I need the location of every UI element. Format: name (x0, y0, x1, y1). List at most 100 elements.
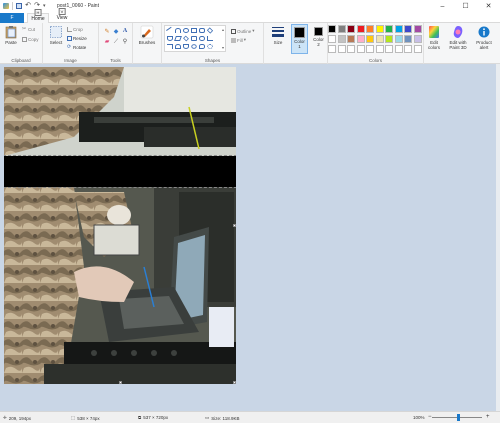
rounded-rectangle-shape-icon[interactable] (199, 28, 205, 33)
size-button[interactable]: Size (267, 25, 289, 45)
custom-color-swatch[interactable] (385, 45, 393, 53)
parallelogram-shape-icon[interactable] (174, 36, 182, 41)
curve-shape-icon[interactable] (175, 28, 181, 33)
color-swatch[interactable] (337, 35, 346, 43)
color2-button[interactable]: Color 2 (310, 24, 327, 47)
oval-shape-icon[interactable] (183, 28, 189, 33)
color-swatch[interactable] (366, 35, 374, 43)
diamond-shape-icon[interactable] (183, 35, 189, 42)
color-picker-icon[interactable]: ⟋ (113, 39, 119, 45)
rotate-button[interactable]: ⟳ Rotate (67, 45, 86, 51)
color-swatch[interactable] (385, 35, 393, 43)
custom-color-swatch[interactable] (375, 45, 384, 53)
custom-color-swatch[interactable] (347, 45, 355, 53)
color-swatch[interactable] (413, 25, 422, 33)
resize-button[interactable]: Resize (67, 36, 87, 41)
hexagon-shape-icon[interactable] (199, 36, 205, 41)
color-swatch[interactable] (347, 35, 355, 43)
color-swatch[interactable] (356, 25, 365, 33)
magnifier-icon[interactable]: ⚲ (122, 39, 128, 45)
brushes-button[interactable]: Brushes (135, 25, 159, 45)
color-swatch[interactable] (404, 35, 412, 43)
undo-icon[interactable]: ↶ (25, 2, 31, 9)
rectangle-shape-icon[interactable] (191, 28, 197, 33)
cursor-position: ✛ 209, 194px (3, 415, 31, 421)
fill-button[interactable]: Fill ▾ (231, 37, 246, 43)
canvas-resize-handle-right[interactable] (233, 224, 236, 227)
paste-button[interactable]: Paste (3, 25, 19, 45)
selection-rectangle[interactable] (4, 155, 236, 188)
shapes-gallery[interactable]: ▴ ▾ (164, 25, 226, 52)
eraser-icon[interactable]: ▰ (104, 39, 110, 45)
vertical-scrollbar[interactable] (496, 64, 500, 411)
zoom-in-button[interactable]: + (486, 414, 490, 420)
heart-shape-icon[interactable] (207, 44, 213, 49)
triangle-shape-icon[interactable] (167, 36, 173, 41)
color-swatch[interactable] (413, 35, 422, 43)
arrow-right-shape-icon[interactable] (207, 36, 213, 41)
customize-qat-chevron-down-icon[interactable]: ▾ (43, 3, 46, 9)
color-swatch[interactable] (404, 25, 412, 33)
shapes-scroll-up-icon[interactable]: ▴ (222, 27, 224, 32)
custom-color-swatch[interactable] (328, 45, 336, 53)
color-swatch[interactable] (328, 35, 336, 43)
image-group: Select Crop Resize ⟳ Rotate Image (43, 23, 99, 64)
pentagon-shape-icon[interactable] (191, 36, 197, 41)
product-alert-button[interactable]: Product alert (473, 25, 495, 50)
canvas-resize-handle-bottom[interactable] (119, 381, 122, 384)
cut-button[interactable]: ✂ Cut (22, 27, 35, 33)
edit-colors-button[interactable]: Edit colors (424, 25, 444, 50)
tab-view[interactable]: V View (52, 8, 72, 23)
pencil-icon[interactable]: ✎ (104, 29, 110, 35)
minimize-button[interactable]: – (431, 0, 454, 12)
copy-button[interactable]: Copy (22, 37, 39, 42)
color-wheel-icon (429, 26, 439, 38)
arrow-up-shape-icon[interactable] (175, 44, 181, 49)
custom-color-swatch[interactable] (337, 45, 346, 53)
divider (12, 2, 13, 10)
image-canvas[interactable] (4, 67, 236, 384)
tab-file[interactable]: F (0, 13, 24, 23)
custom-color-swatch[interactable] (404, 45, 412, 53)
save-icon[interactable] (16, 3, 22, 9)
info-icon (478, 26, 490, 38)
zoom-out-button[interactable]: − (428, 414, 432, 420)
paste-label: Paste (5, 40, 17, 45)
custom-color-swatch[interactable] (394, 45, 403, 53)
tab-home[interactable]: H Home (27, 9, 49, 23)
shapes-scroll-down-icon[interactable]: ▾ (222, 45, 224, 50)
custom-color-swatch[interactable] (356, 45, 365, 53)
color-swatch[interactable] (356, 35, 365, 43)
custom-color-swatch[interactable] (366, 45, 374, 53)
line-shape-icon[interactable] (166, 26, 174, 35)
zoom-slider-thumb[interactable] (457, 414, 460, 421)
color-swatch[interactable] (394, 25, 403, 33)
zoom-level-text: 100% (413, 415, 425, 420)
file-size: ▭ Size: 118.9KB (205, 415, 239, 421)
color-swatch[interactable] (375, 25, 384, 33)
color-swatch[interactable] (328, 25, 336, 33)
color-swatch[interactable] (375, 35, 384, 43)
color-swatch[interactable] (366, 25, 374, 33)
arrow-left-shape-icon[interactable] (167, 44, 173, 49)
color-swatch[interactable] (337, 25, 346, 33)
edit-with-paint3d-button[interactable]: Edit with Paint 3D (446, 25, 470, 50)
color1-button[interactable]: Color 1 (291, 24, 308, 54)
color-swatch[interactable] (385, 25, 393, 33)
text-icon[interactable]: A (122, 28, 128, 34)
maximize-button[interactable]: ☐ (454, 0, 477, 12)
outline-button[interactable]: Outline ▾ (231, 28, 255, 34)
select-button[interactable]: Select (46, 25, 66, 45)
close-button[interactable]: ✕ (477, 0, 500, 12)
custom-color-swatch[interactable] (413, 45, 422, 53)
fill-bucket-icon[interactable]: ◆ (113, 29, 119, 35)
crop-button[interactable]: Crop (67, 27, 83, 32)
arrow-down-shape-icon[interactable] (183, 44, 189, 49)
polygon-shape-icon[interactable] (206, 27, 214, 34)
star-shape-icon[interactable] (191, 44, 197, 49)
color-swatch[interactable] (347, 25, 355, 33)
paint-app-icon[interactable] (3, 3, 9, 9)
canvas-resize-handle[interactable] (233, 381, 236, 384)
color-swatch[interactable] (394, 35, 403, 43)
callout-shape-icon[interactable] (199, 44, 205, 49)
